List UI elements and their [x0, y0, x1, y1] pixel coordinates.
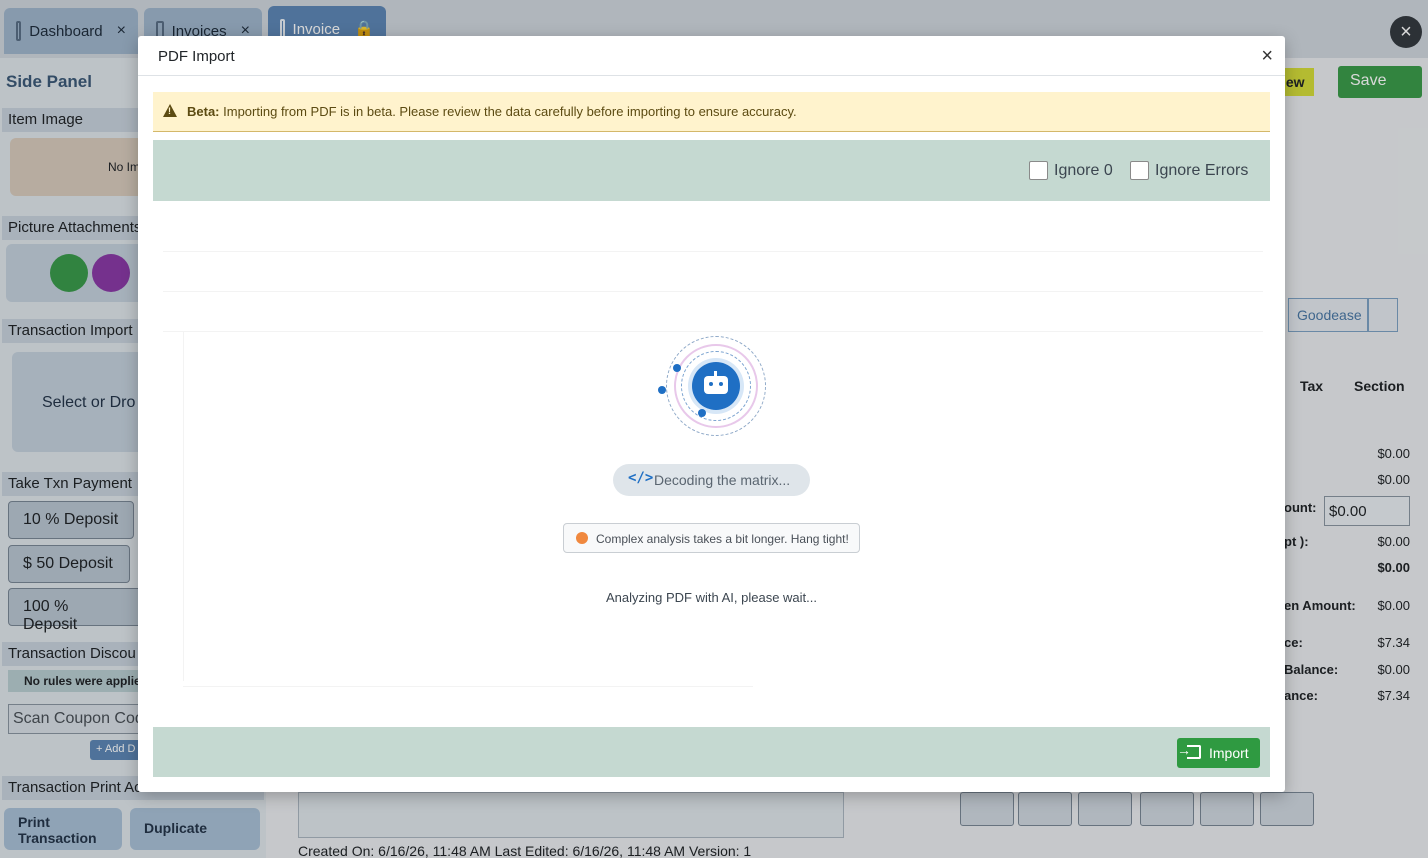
import-icon [1177, 742, 1201, 759]
ghost-toolbar-line [163, 291, 1263, 292]
modal-footer: Import [153, 727, 1270, 777]
beta-alert: Beta: Importing from PDF is in beta. Ple… [153, 92, 1270, 132]
close-icon[interactable]: × [1261, 45, 1273, 68]
ghost-toolbar-line [163, 251, 1263, 252]
clock-icon [576, 532, 588, 544]
alert-text: Importing from PDF is in beta. Please re… [223, 104, 797, 119]
ai-loader [658, 336, 774, 452]
ignore-zero-label: Ignore 0 [1054, 161, 1113, 179]
import-options-bar: Ignore 0 Ignore Errors [153, 140, 1270, 201]
ghost-footer-line [183, 686, 753, 687]
code-icon: </> [628, 470, 654, 486]
status-text: Analyzing PDF with AI, please wait... [606, 590, 817, 605]
orbit-dot [698, 409, 706, 417]
ignore-errors-checkbox[interactable]: Ignore Errors [1130, 161, 1248, 180]
robot-icon [692, 362, 740, 410]
loading-pill-text: Decoding the matrix... [654, 472, 791, 488]
checkbox-box[interactable] [1029, 161, 1048, 180]
spreadsheet-area: </> Decoding the matrix... Complex analy… [153, 201, 1270, 727]
ignore-errors-label: Ignore Errors [1155, 161, 1249, 179]
pdf-import-modal: PDF Import × Beta: Importing from PDF is… [138, 36, 1285, 792]
orbit-dot [673, 364, 681, 372]
ignore-zero-checkbox[interactable]: Ignore 0 [1029, 161, 1113, 180]
import-label: Import [1209, 745, 1249, 761]
hint-badge: Complex analysis takes a bit longer. Han… [563, 523, 860, 553]
ghost-header-line [163, 331, 1263, 332]
orbit-dot [658, 386, 666, 394]
checkbox-box[interactable] [1130, 161, 1149, 180]
import-button[interactable]: Import [1177, 738, 1260, 768]
modal-title: PDF Import [158, 48, 235, 65]
warning-icon [163, 104, 177, 117]
loading-pill: </> Decoding the matrix... [613, 464, 810, 496]
modal-header: PDF Import × [138, 36, 1285, 76]
hint-text: Complex analysis takes a bit longer. Han… [596, 532, 849, 546]
alert-strong: Beta: [187, 104, 220, 119]
ghost-row-header-line [183, 331, 184, 681]
